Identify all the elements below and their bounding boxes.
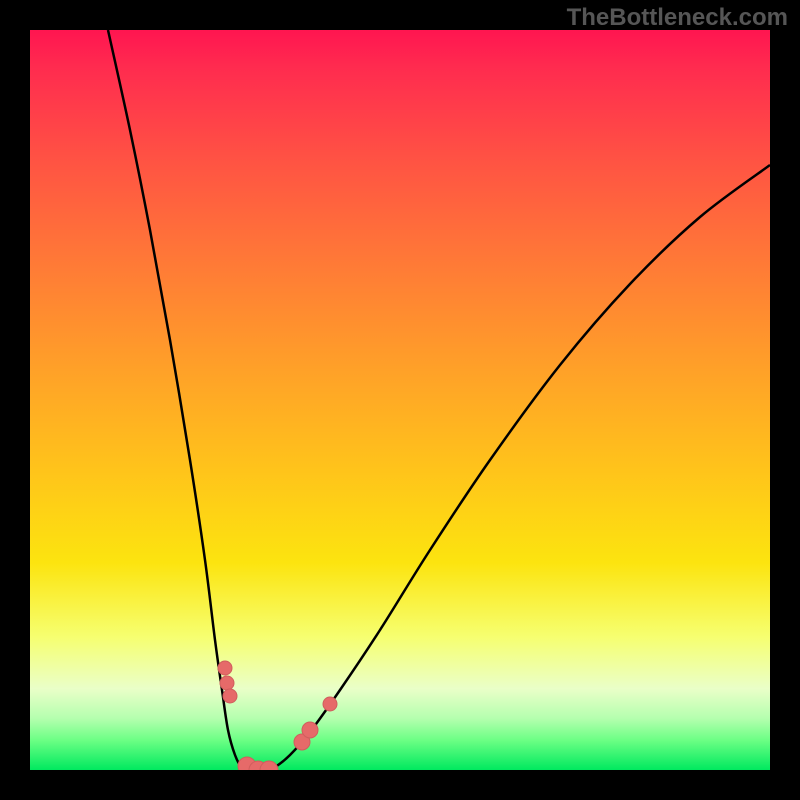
data-marker-8 — [323, 697, 337, 711]
plot-area — [30, 30, 770, 770]
data-marker-7 — [302, 722, 318, 738]
curve-left-curve — [108, 30, 248, 770]
curve-right-curve — [265, 165, 770, 770]
data-marker-1 — [220, 676, 234, 690]
watermark-text: TheBottleneck.com — [567, 4, 788, 32]
data-marker-0 — [218, 661, 232, 675]
data-marker-2 — [223, 689, 237, 703]
bottleneck-curve-svg — [30, 30, 770, 770]
chart-frame: TheBottleneck.com — [0, 0, 800, 800]
